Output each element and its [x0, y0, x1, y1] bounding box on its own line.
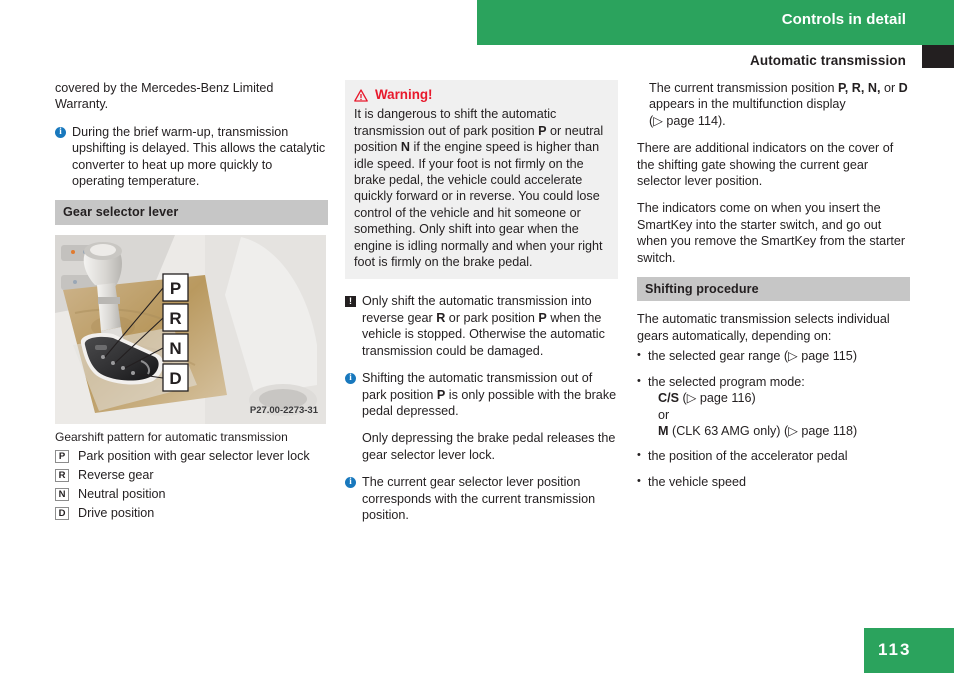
continuation-paragraph: covered by the Mercedes-Benz Limited War…	[55, 81, 274, 112]
legend-item: N Neutral position	[55, 485, 328, 504]
program-mode-m-row: M (CLK 63 AMG only) (▷ page 118)	[658, 423, 858, 438]
page-reference-118[interactable]: ▷ page 118	[788, 424, 853, 438]
list-item-accelerator-pedal: the position of the accelerator pedal	[637, 447, 910, 464]
caution-key-p: P	[538, 310, 547, 325]
info-icon	[345, 475, 356, 492]
caution-key-r: R	[436, 310, 446, 325]
gearshift-pattern-figure: P R N D P27.00-2273-31	[55, 234, 326, 424]
program-mode-cs-row: C/S (▷ page 116)	[658, 391, 756, 406]
info-icon	[345, 371, 356, 388]
svg-text:P: P	[170, 279, 181, 298]
info-note-text: During the brief warm-up, transmission u…	[72, 124, 326, 189]
program-mode-m-note: (CLK 63 AMG only)	[672, 423, 781, 438]
legend-key-n: N	[55, 487, 69, 501]
warning-heading: Warning!	[354, 87, 609, 103]
section-title: Automatic transmission	[750, 53, 906, 68]
rc-part4: ).	[717, 113, 726, 128]
info-note-park-brake-continuation: Only depressing the brake pedal releases…	[362, 431, 616, 462]
info-note-park-brake-text: Shifting the automatic transmission out …	[362, 370, 618, 419]
figure-callout-r: R	[162, 303, 189, 332]
left-column: covered by the Mercedes-Benz Limited War…	[55, 80, 328, 523]
program-mode-or: or	[658, 407, 670, 422]
list-item-vehicle-speed: the vehicle speed	[637, 473, 910, 490]
legend-item: R Reverse gear	[55, 466, 328, 485]
rc-keys-prn: P, R, N,	[838, 81, 881, 95]
legend-key-d: D	[55, 506, 69, 520]
figure-callout-n: N	[162, 333, 189, 362]
middle-column: Warning! It is dangerous to shift the au…	[345, 80, 618, 534]
info-note-position-match: The current gear selector lever position…	[345, 474, 618, 523]
right-column: The current transmission position P, R, …	[637, 80, 910, 490]
warning-body: It is dangerous to shift the automatic t…	[354, 106, 609, 270]
figure-callout-p: P	[162, 273, 189, 302]
svg-text:R: R	[169, 309, 181, 328]
figure-callout-d: D	[162, 363, 189, 392]
gear-range-tail: )	[852, 349, 858, 364]
page-number: 113	[878, 640, 912, 659]
list-item-gear-range: the selected gear range (▷ page 115)	[637, 347, 910, 364]
caution-note-shift: Only shift the automatic transmission in…	[345, 293, 618, 359]
rc-part2: or	[880, 81, 899, 95]
page-reference-116[interactable]: ▷ page 116	[687, 391, 752, 405]
chapter-title: Controls in detail	[781, 11, 906, 28]
heading-gear-selector-lever: Gear selector lever	[55, 200, 328, 225]
legend-label-r: Reverse gear	[78, 467, 154, 482]
info-note-warmup: During the brief warm-up, transmission u…	[55, 124, 328, 190]
figure-caption: Gearshift pattern for automatic transmis…	[55, 429, 288, 444]
legend-label-p: Park position with gear selector lever l…	[78, 448, 310, 463]
gear-range-text: the selected gear range (	[648, 349, 789, 364]
shifting-factors-list: the selected gear range (▷ page 115) the…	[637, 347, 910, 490]
legend-key-r: R	[55, 468, 69, 482]
program-mode-cs: C/S	[658, 391, 679, 406]
shifting-intro: The automatic transmission selects indiv…	[637, 312, 890, 343]
legend-key-p: P	[55, 449, 69, 463]
legend-item: P Park position with gear selector lever…	[55, 447, 328, 466]
right-continuation-paragraph: The current transmission position P, R, …	[637, 80, 910, 129]
warning-key-n: N	[400, 140, 411, 155]
warning-box: Warning! It is dangerous to shift the au…	[345, 80, 618, 280]
legend-label-d: Drive position	[78, 505, 155, 520]
list-item-program-mode: the selected program mode: C/S (▷ page 1…	[637, 373, 910, 440]
figure-id-label: P27.00-2273-31	[250, 405, 319, 416]
caution-icon	[345, 295, 356, 311]
warning-key-p: P	[538, 123, 547, 138]
rc-key-d: D	[898, 81, 908, 95]
rc-part1: The current transmission position	[649, 81, 838, 95]
program-mode-text: the selected program mode:	[648, 374, 805, 389]
program-mode-m: M	[658, 423, 669, 438]
caution-line2: or park position	[445, 310, 539, 325]
warning-title: Warning!	[375, 87, 433, 102]
gearshift-photo-illustration: P R N D P27.00-2273-31	[55, 234, 326, 424]
info-icon	[55, 125, 66, 142]
legend-item: D Drive position	[55, 504, 328, 523]
right-paragraph-1: There are additional indicators on the c…	[637, 141, 894, 189]
svg-text:N: N	[169, 339, 181, 358]
warning-triangle-icon	[354, 89, 368, 102]
info-note-position-match-text: The current gear selector lever position…	[362, 475, 596, 522]
page-number-block: 113	[864, 628, 954, 673]
legend-label-n: Neutral position	[78, 486, 166, 501]
warning-line1: It is dangerous to shift the automatic t…	[354, 107, 557, 138]
warning-line3: if the engine speed is higher than idle …	[354, 140, 603, 270]
heading-shifting-procedure: Shifting procedure	[637, 277, 910, 302]
svg-text:D: D	[169, 369, 181, 388]
chapter-thumb-tab	[922, 45, 954, 68]
info-note-park-brake: Shifting the automatic transmission out …	[345, 370, 618, 463]
page-reference-115[interactable]: ▷ page 115	[788, 349, 853, 363]
right-paragraph-2: The indicators come on when you insert t…	[637, 201, 906, 265]
figure-legend: P Park position with gear selector lever…	[55, 447, 328, 523]
page-reference-114[interactable]: ▷ page 114	[653, 114, 718, 128]
